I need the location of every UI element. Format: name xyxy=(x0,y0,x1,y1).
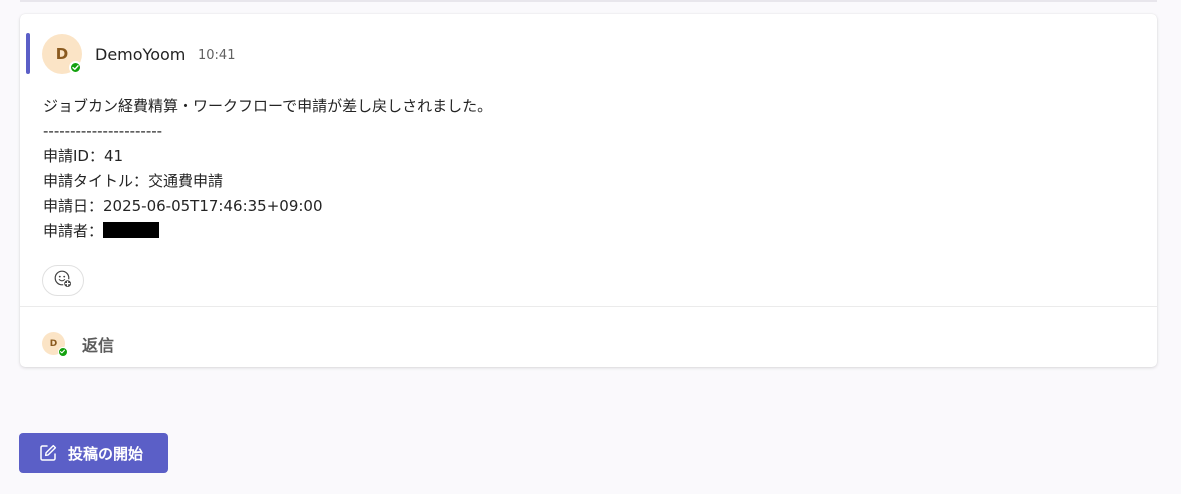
message-card: D DemoYoom 10:41 ジョブカン経費精算・ワークフローで申請が差し戻… xyxy=(20,14,1157,367)
sender-avatar-initial: D xyxy=(55,44,69,63)
presence-available-icon xyxy=(69,61,82,74)
message-line: ジョブカン経費精算・ワークフローで申請が差し戻しされました。 xyxy=(43,97,493,115)
start-post-label: 投稿の開始 xyxy=(68,444,144,463)
reply-avatar: D xyxy=(42,332,68,357)
presence-available-icon xyxy=(58,347,68,357)
message-line: 申請ID：41 xyxy=(43,147,124,165)
card-divider xyxy=(20,306,1157,307)
message-line: 申請タイトル：交通費申請 xyxy=(43,172,224,190)
start-post-button[interactable]: 投稿の開始 xyxy=(19,433,168,473)
top-divider xyxy=(20,0,1157,2)
emoji-add-icon xyxy=(53,269,73,293)
reply-button[interactable]: 返信 xyxy=(82,332,114,356)
message-line: ---------------------- xyxy=(43,122,163,140)
message-timestamp: 10:41 xyxy=(198,48,236,63)
add-reaction-button[interactable] xyxy=(42,265,84,296)
message-line-applicant: 申請者： xyxy=(43,219,492,244)
compose-icon xyxy=(38,443,58,463)
redacted-block xyxy=(103,222,160,238)
message-body: ジョブカン経費精算・ワークフローで申請が差し戻しされました。 ---------… xyxy=(43,94,492,244)
reply-avatar-initial: D xyxy=(49,338,58,349)
message-accent-bar xyxy=(26,33,30,74)
sender-name[interactable]: DemoYoom xyxy=(95,45,185,64)
sender-avatar[interactable]: D xyxy=(42,34,82,74)
message-line: 申請日：2025-06-05T17:46:35+09:00 xyxy=(43,197,323,215)
applicant-label: 申請者： xyxy=(43,222,104,240)
